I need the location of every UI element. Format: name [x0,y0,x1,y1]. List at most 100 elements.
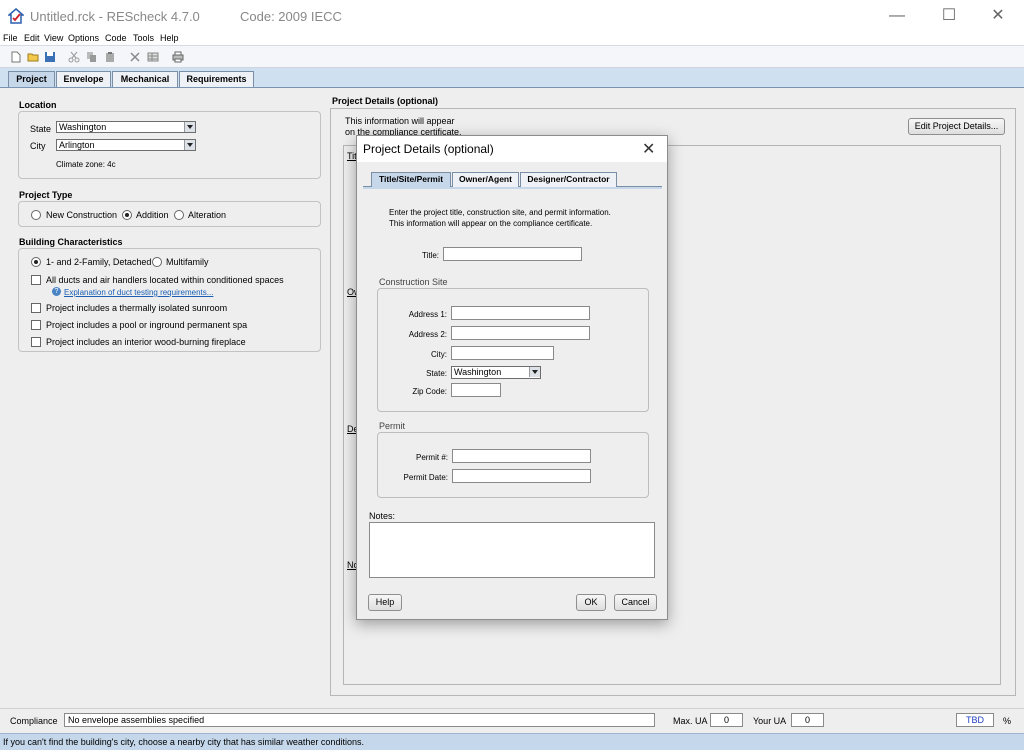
sunroom-label: Project includes a thermally isolated su… [46,303,228,313]
copy-icon[interactable] [86,51,98,63]
percent-label: % [1003,716,1012,726]
table-icon[interactable] [147,51,159,63]
title-label: Title: [421,251,439,260]
sunroom-checkbox[interactable] [31,303,41,313]
permit-number-input[interactable] [452,449,591,463]
permit-group: Permit #: Permit Date: [377,432,649,498]
climate-zone: Climate zone: 4c [56,160,116,169]
title-input[interactable] [443,247,582,261]
project-type-group: New Construction Addition Alteration [18,201,321,227]
ducts-checkbox[interactable] [31,275,41,285]
open-folder-icon[interactable] [27,51,39,63]
address2-input[interactable] [451,326,590,340]
dialog-state-label: State: [426,369,447,378]
city-select[interactable]: Arlington [56,139,196,151]
ok-button[interactable]: OK [576,594,606,611]
tab-owner-agent[interactable]: Owner/Agent [452,172,519,187]
new-file-icon[interactable] [10,51,22,63]
dialog-intro-line-2: This information will appear on the comp… [389,219,593,228]
notes-textarea[interactable] [369,522,655,578]
multifamily-radio[interactable] [152,257,162,267]
permit-date-label: Permit Date: [403,473,448,482]
compliance-bar: Compliance No envelope assemblies specif… [0,708,1024,732]
duct-testing-link[interactable]: Explanation of duct testing requirements… [64,288,213,297]
ducts-label: All ducts and air handlers located withi… [46,275,284,285]
multifamily-label: Multifamily [166,257,209,267]
menu-code[interactable]: Code [105,33,127,43]
compliance-message: No envelope assemblies specified [64,713,655,727]
fireplace-checkbox[interactable] [31,337,41,347]
menu-edit[interactable]: Edit [24,33,40,43]
alteration-label: Alteration [188,210,227,220]
cut-icon[interactable] [68,51,80,63]
menu-options[interactable]: Options [68,33,99,43]
main-tabstrip: Project Envelope Mechanical Requirements [0,68,1024,88]
pool-checkbox[interactable] [31,320,41,330]
alteration-radio[interactable] [174,210,184,220]
state-select[interactable]: Washington [56,121,196,133]
permit-heading: Permit [379,421,406,431]
notes-label: Notes: [369,511,396,521]
paste-icon[interactable] [104,51,116,63]
city-field-label: City: [431,350,447,359]
delete-icon[interactable] [129,51,141,63]
dialog-title-bar: Project Details (optional) ✕ [357,136,667,162]
window-title: Untitled.rck - REScheck 4.7.0 [30,9,200,24]
your-ua-value: 0 [791,713,824,727]
new-construction-radio[interactable] [31,210,41,220]
max-ua-value: 0 [710,713,743,727]
info-icon: ? [52,287,61,296]
address1-label: Address 1: [408,310,447,319]
location-group: State Washington City Arlington Climate … [18,111,321,179]
print-icon[interactable] [172,51,184,63]
dialog-intro-line-1: Enter the project title, construction si… [389,208,611,217]
dialog-title: Project Details (optional) [363,142,494,156]
edit-project-details-button[interactable]: Edit Project Details... [908,118,1005,135]
tab-title-site-permit[interactable]: Title/Site/Permit [371,172,451,187]
compliance-label: Compliance [10,716,58,726]
toolbar [0,46,1024,68]
building-group: 1- and 2-Family, Detached Multifamily Al… [18,248,321,352]
maximize-button[interactable]: ☐ [939,6,959,26]
building-heading: Building Characteristics [19,237,123,247]
menu-bar: File Edit View Options Code Tools Help [0,32,1024,46]
construction-site-heading: Construction Site [379,277,448,287]
tab-project[interactable]: Project [8,71,55,87]
minimize-button[interactable]: — [887,6,907,26]
project-details-dialog: Project Details (optional) ✕ Title/Site/… [356,135,668,620]
addition-radio[interactable] [122,210,132,220]
city-label: City [30,141,46,151]
chevron-down-icon [184,122,195,132]
menu-help[interactable]: Help [160,33,179,43]
permit-date-input[interactable] [452,469,591,483]
menu-file[interactable]: File [3,33,18,43]
status-bar: If you can't find the building's city, c… [0,733,1024,750]
address1-input[interactable] [451,306,590,320]
menu-view[interactable]: View [44,33,63,43]
save-icon[interactable] [44,51,56,63]
city-input[interactable] [451,346,554,360]
tab-designer-contractor[interactable]: Designer/Contractor [520,172,617,187]
dialog-state-value: Washington [454,367,502,377]
new-construction-label: New Construction [46,210,118,220]
tab-requirements[interactable]: Requirements [179,71,254,87]
close-window-button[interactable]: ✕ [988,6,1008,26]
help-button[interactable]: Help [368,594,402,611]
status-message: If you can't find the building's city, c… [3,737,364,747]
compliance-result: TBD [956,713,994,727]
cancel-button[interactable]: Cancel [614,594,657,611]
dialog-state-select[interactable]: Washington [451,366,541,379]
tab-mechanical[interactable]: Mechanical [112,71,178,87]
state-label: State [30,124,52,134]
close-icon[interactable]: ✕ [642,139,655,159]
title-bar: Untitled.rck - REScheck 4.7.0 Code: 2009… [0,0,1024,32]
tab-envelope[interactable]: Envelope [56,71,111,87]
menu-tools[interactable]: Tools [133,33,154,43]
zip-input[interactable] [451,383,501,397]
city-select-value: Arlington [59,140,95,150]
permit-number-label: Permit #: [415,453,448,462]
fireplace-label: Project includes an interior wood-burnin… [46,337,246,347]
family-detached-label: 1- and 2-Family, Detached [46,257,152,267]
code-label: Code: 2009 IECC [240,9,342,24]
family-detached-radio[interactable] [31,257,41,267]
